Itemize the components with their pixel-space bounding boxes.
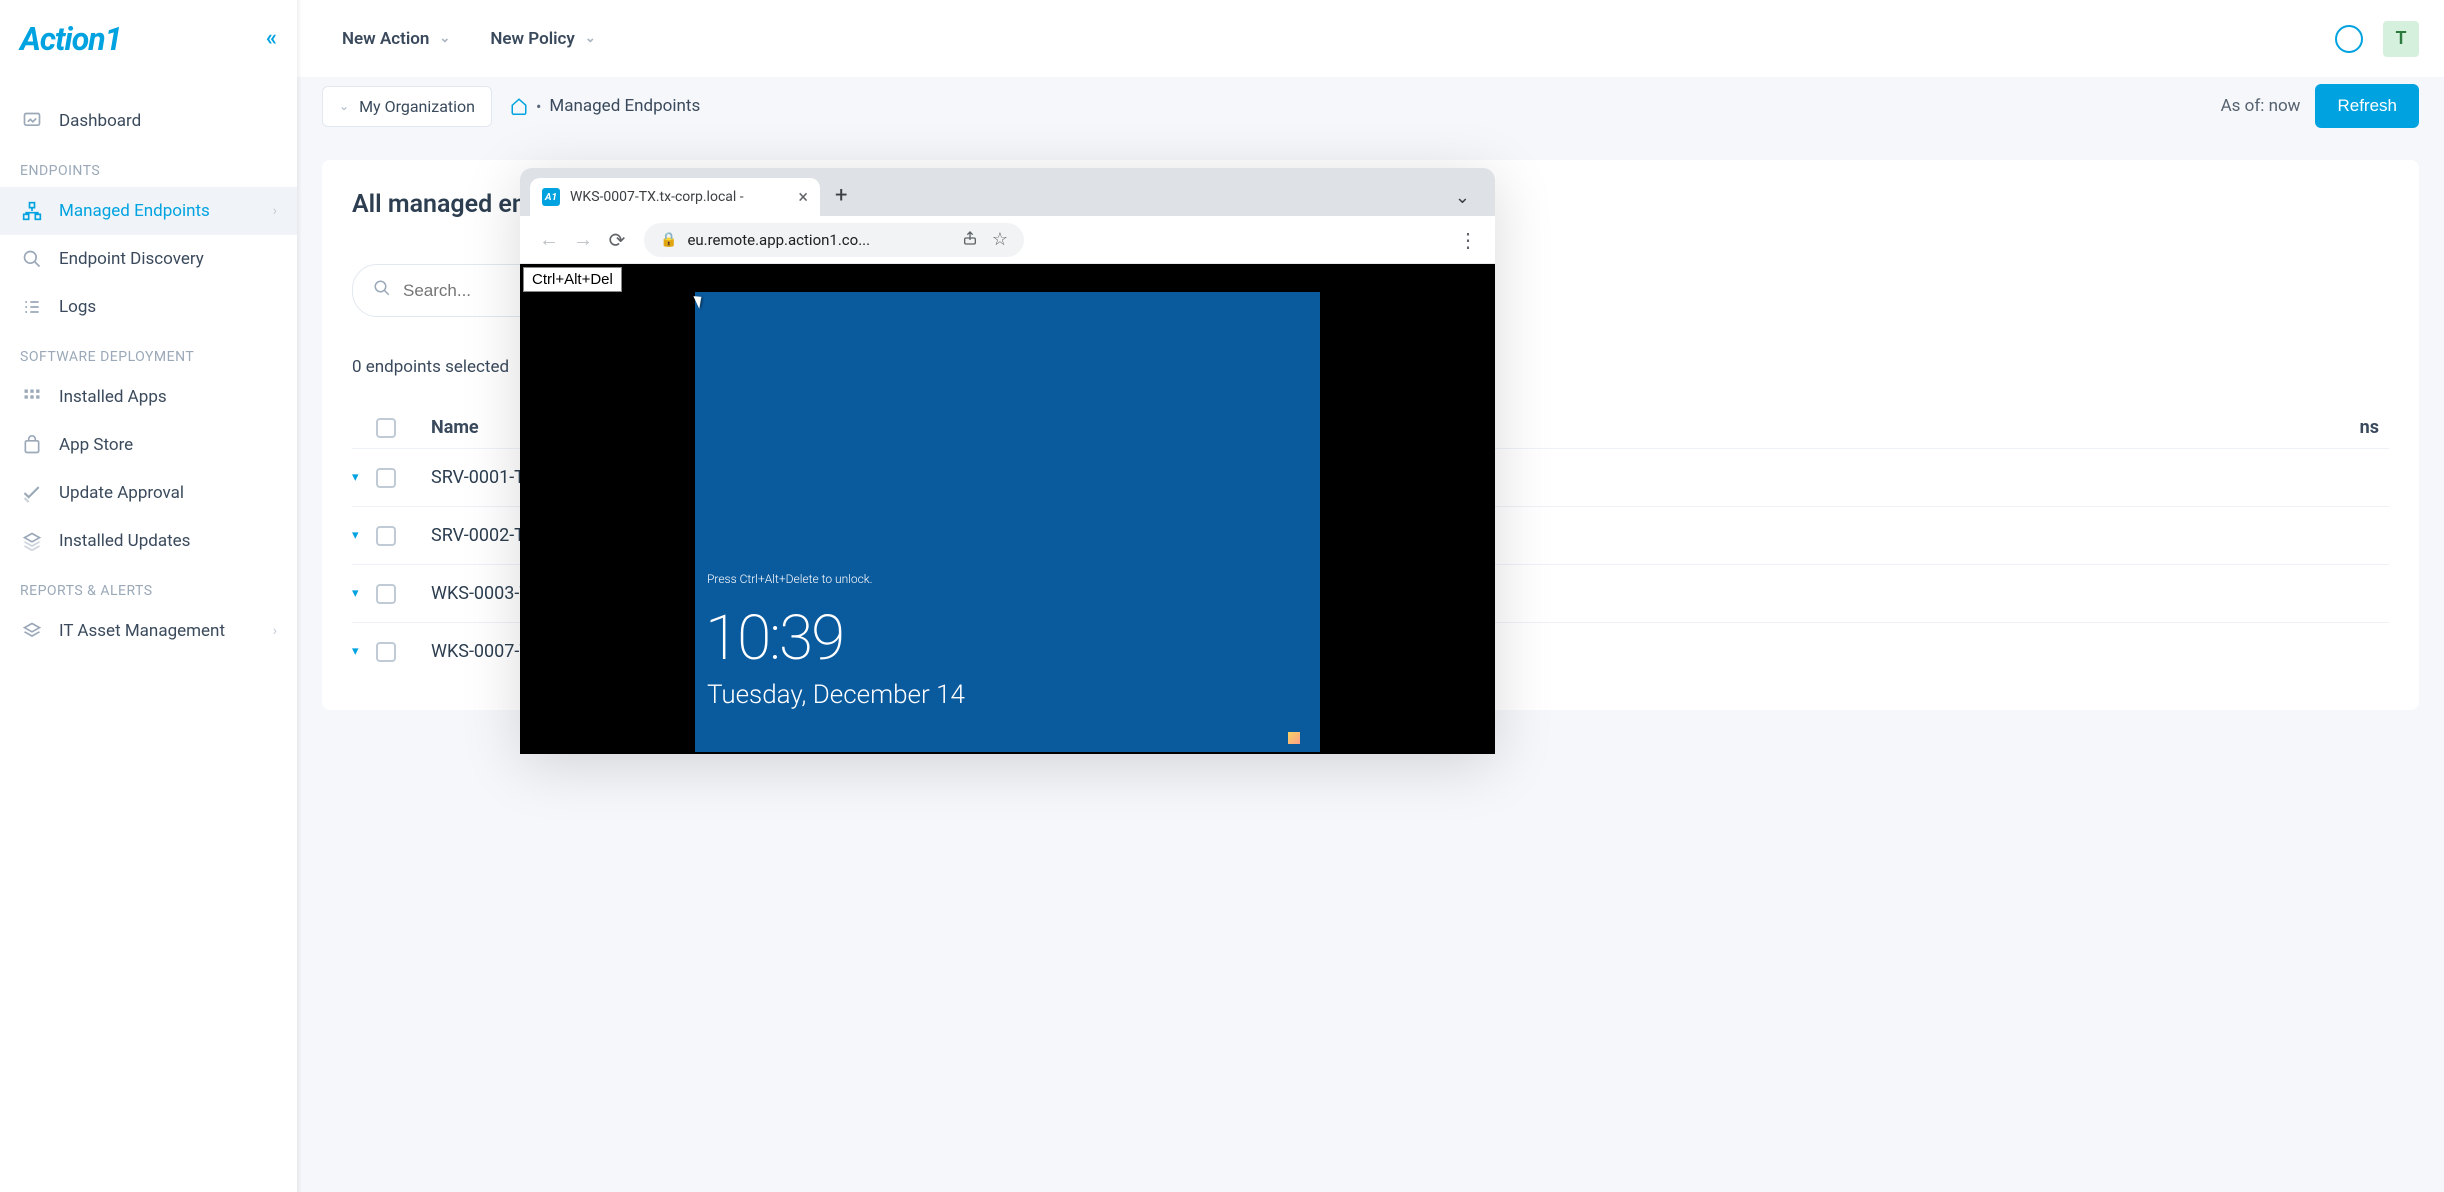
lock-screen-time: 10:39 (705, 602, 843, 675)
expand-row-icon[interactable]: ▾ (352, 644, 366, 659)
remote-viewport[interactable]: Ctrl+Alt+Del Press Ctrl+Alt+Delete to un… (520, 264, 1495, 754)
sidebar-section-endpoints: ENDPOINTS (0, 145, 297, 187)
tabs-dropdown-icon[interactable]: ⌄ (1455, 187, 1470, 208)
breadcrumb-current: Managed Endpoints (549, 96, 700, 116)
breadcrumb-separator: • (536, 97, 541, 116)
user-avatar[interactable]: T (2383, 21, 2419, 57)
reload-button[interactable]: ⟳ (600, 223, 634, 257)
asof-text: As of: now (2221, 96, 2301, 116)
chevron-down-icon: ⌄ (585, 31, 596, 46)
lock-screen-date: Tuesday, December 14 (707, 680, 965, 710)
magnify-icon (20, 249, 44, 269)
sidebar-item-label: Installed Updates (59, 531, 190, 551)
new-policy-dropdown[interactable]: New Policy ⌄ (470, 19, 615, 59)
sidebar-item-label: Update Approval (59, 483, 184, 503)
row-checkbox[interactable] (376, 526, 396, 546)
chevron-right-icon: › (273, 203, 277, 219)
share-icon[interactable] (962, 230, 978, 250)
sidebar-item-label: IT Asset Management (59, 621, 225, 641)
sidebar-item-update-approval[interactable]: Update Approval (0, 469, 297, 517)
ctrl-alt-del-button[interactable]: Ctrl+Alt+Del (523, 267, 622, 292)
endpoint-name[interactable]: WKS-0003-T (431, 583, 530, 604)
org-name: My Organization (359, 97, 475, 116)
browser-tabbar: A1 WKS-0007-TX.tx-corp.local - × + ⌄ (520, 168, 1495, 216)
brand-logo[interactable]: Action1 (20, 20, 121, 58)
new-action-label: New Action (342, 29, 429, 49)
sidebar-item-label: Dashboard (59, 111, 141, 131)
new-action-dropdown[interactable]: New Action ⌄ (322, 19, 470, 59)
sidebar-item-endpoint-discovery[interactable]: Endpoint Discovery (0, 235, 297, 283)
refresh-button[interactable]: Refresh (2315, 84, 2419, 128)
sidebar-item-installed-apps[interactable]: Installed Apps (0, 373, 297, 421)
sidebar-section-reports: REPORTS & ALERTS (0, 565, 297, 607)
chevron-down-icon: ⌄ (339, 99, 349, 113)
new-tab-button[interactable]: + (835, 183, 847, 208)
column-actions: ns (2360, 417, 2379, 438)
sidebar-item-label: Installed Apps (59, 387, 167, 407)
home-icon[interactable] (510, 97, 528, 115)
sidebar-item-app-store[interactable]: App Store (0, 421, 297, 469)
forward-button[interactable]: → (566, 223, 600, 257)
list-icon (20, 297, 44, 317)
sidebar-item-logs[interactable]: Logs (0, 283, 297, 331)
breadcrumb: ⌄ My Organization • Managed Endpoints As… (297, 77, 2444, 135)
browser-menu-button[interactable]: ⋮ (1458, 228, 1478, 252)
new-policy-label: New Policy (490, 29, 575, 49)
sidebar-item-label: Managed Endpoints (59, 201, 210, 221)
sidebar-section-software: SOFTWARE DEPLOYMENT (0, 331, 297, 373)
dashboard-icon (20, 111, 44, 131)
close-tab-button[interactable]: × (798, 187, 808, 208)
sidebar-item-installed-updates[interactable]: Installed Updates (0, 517, 297, 565)
chevron-down-icon: ⌄ (439, 31, 450, 46)
column-name[interactable]: Name (431, 417, 479, 438)
chevron-right-icon: › (273, 623, 277, 639)
unlock-hint: Press Ctrl+Alt+Delete to unlock. (707, 572, 873, 586)
sidebar-item-label: App Store (59, 435, 133, 455)
network-icon (20, 201, 44, 221)
sidebar-item-label: Endpoint Discovery (59, 249, 204, 269)
check-icon (20, 483, 44, 503)
browser-toolbar: ← → ⟳ 🔒 eu.remote.app.action1.co... ☆ ⋮ (520, 216, 1495, 264)
sidebar: Action1 « Dashboard ENDPOINTS Managed En… (0, 0, 297, 1192)
stack-icon (20, 621, 44, 641)
grid-icon (20, 387, 44, 407)
expand-row-icon[interactable]: ▾ (352, 528, 366, 543)
expand-row-icon[interactable]: ▾ (352, 470, 366, 485)
collapse-sidebar-button[interactable]: « (266, 26, 277, 51)
row-checkbox[interactable] (376, 584, 396, 604)
address-text: eu.remote.app.action1.co... (687, 231, 951, 249)
global-search-button[interactable] (2335, 25, 2363, 53)
search-icon (373, 279, 391, 302)
sidebar-item-managed-endpoints[interactable]: Managed Endpoints › (0, 187, 297, 235)
browser-window: A1 WKS-0007-TX.tx-corp.local - × + ⌄ ← →… (520, 168, 1495, 754)
sidebar-item-it-asset-management[interactable]: IT Asset Management › (0, 607, 297, 655)
layers-icon (20, 531, 44, 551)
tab-title: WKS-0007-TX.tx-corp.local - (570, 189, 790, 205)
row-checkbox[interactable] (376, 642, 396, 662)
select-all-checkbox[interactable] (376, 418, 396, 438)
endpoint-name[interactable]: WKS-0007-T (431, 641, 530, 662)
sidebar-item-dashboard[interactable]: Dashboard (0, 97, 297, 145)
browser-tab[interactable]: A1 WKS-0007-TX.tx-corp.local - × (530, 178, 820, 216)
remote-desktop-screen[interactable]: Press Ctrl+Alt+Delete to unlock. 10:39 T… (695, 292, 1320, 752)
bookmark-icon[interactable]: ☆ (992, 229, 1008, 250)
ease-of-access-icon (1288, 732, 1300, 744)
tab-favicon-icon: A1 (542, 188, 560, 206)
bag-icon (20, 435, 44, 455)
topbar: New Action ⌄ New Policy ⌄ T (297, 0, 2444, 77)
back-button[interactable]: ← (532, 223, 566, 257)
row-checkbox[interactable] (376, 468, 396, 488)
sidebar-item-label: Logs (59, 297, 96, 317)
expand-row-icon[interactable]: ▾ (352, 586, 366, 601)
org-selector[interactable]: ⌄ My Organization (322, 86, 492, 127)
lock-icon: 🔒 (660, 232, 677, 248)
address-bar[interactable]: 🔒 eu.remote.app.action1.co... ☆ (644, 223, 1024, 257)
